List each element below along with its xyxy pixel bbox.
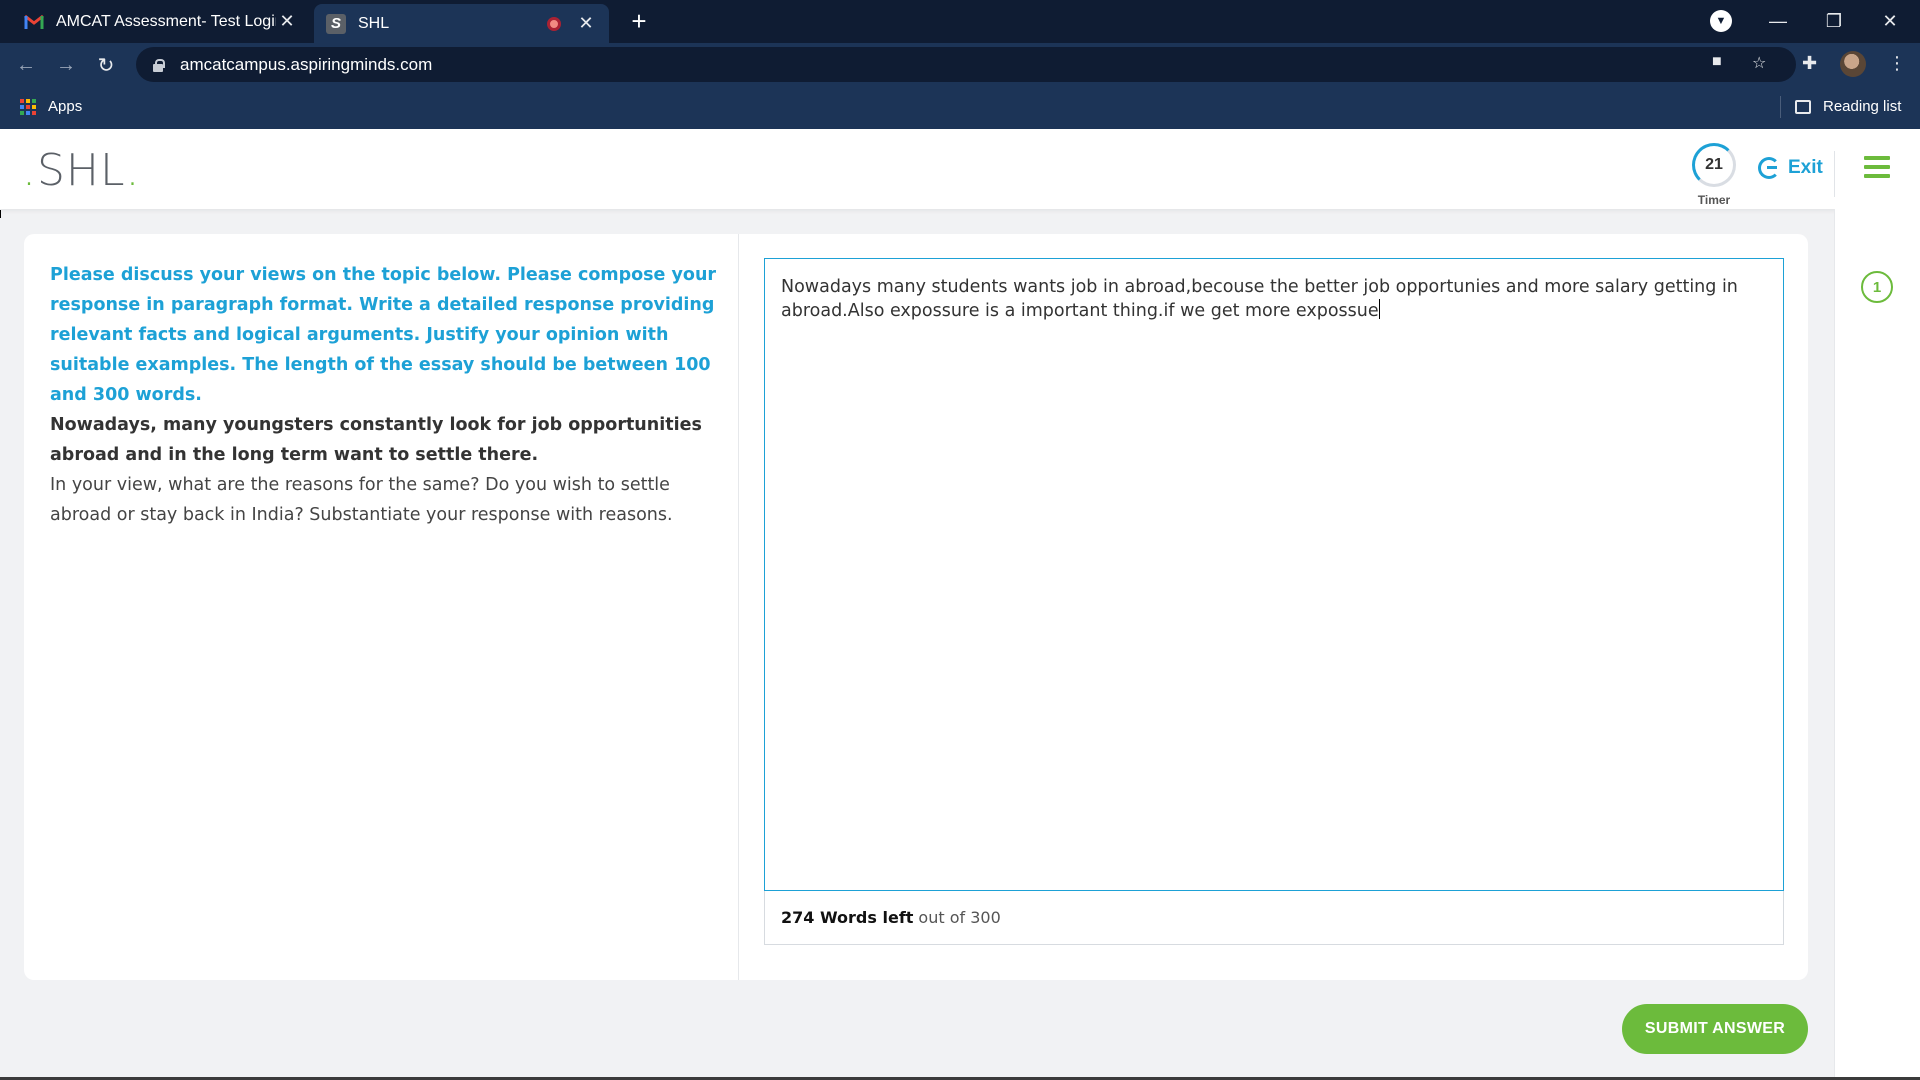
minimize-icon[interactable]: — <box>1750 0 1806 43</box>
word-counter: 274 Words left out of 300 <box>764 891 1784 945</box>
tab-title: SHL <box>358 14 390 32</box>
question-navigator: 1 <box>1834 209 1920 1080</box>
new-tab-icon[interactable]: + <box>624 6 654 37</box>
tab-search-icon[interactable]: ▼ <box>1710 10 1732 32</box>
exit-button[interactable]: Exit <box>1758 157 1823 179</box>
shl-icon: S <box>326 13 346 34</box>
bookmarks-divider <box>1780 96 1781 118</box>
timer: 21 Timer <box>1690 143 1738 207</box>
close-icon[interactable]: ✕ <box>575 13 597 34</box>
gmail-icon <box>24 12 44 32</box>
shl-logo: .SHL. <box>22 145 141 196</box>
text-caret <box>1378 299 1380 319</box>
profile-avatar[interactable] <box>1840 51 1866 77</box>
tab-amcat[interactable]: AMCAT Assessment- Test Login I ✕ <box>12 0 310 43</box>
forward-icon[interactable]: → <box>50 49 82 81</box>
essay-text: Nowadays many students wants job in abro… <box>781 277 1738 321</box>
apps-shortcut[interactable]: Apps <box>20 98 82 115</box>
back-icon[interactable]: ← <box>10 49 42 81</box>
question-topic: Nowadays, many youngsters constantly loo… <box>50 415 702 465</box>
question-number-button[interactable]: 1 <box>1861 271 1893 303</box>
apps-grid-icon <box>20 98 36 115</box>
tab-title: AMCAT Assessment- Test Login I <box>56 12 276 30</box>
url-text: amcatcampus.aspiringminds.com <box>180 54 433 74</box>
question-card: Please discuss your views on the topic b… <box>24 234 1808 980</box>
close-icon[interactable]: ✕ <box>276 11 298 32</box>
reading-list-icon <box>1795 99 1811 114</box>
essay-textarea[interactable]: Nowadays many students wants job in abro… <box>764 258 1784 891</box>
window-close-icon[interactable]: ✕ <box>1862 0 1918 43</box>
timer-label: Timer <box>1697 193 1731 207</box>
hamburger-menu-icon[interactable] <box>1864 156 1890 183</box>
more-menu-icon[interactable]: ⋮ <box>1888 53 1906 74</box>
timer-value: 21 <box>1692 143 1736 187</box>
address-bar[interactable]: amcatcampus.aspiringminds.com <box>136 47 1796 82</box>
submit-answer-button[interactable]: SUBMIT ANSWER <box>1622 1004 1808 1054</box>
star-icon[interactable]: ☆ <box>1752 53 1766 73</box>
restore-icon[interactable]: ❐ <box>1806 0 1862 43</box>
camera-icon[interactable]: ■ <box>1712 53 1722 71</box>
question-instructions: Please discuss your views on the topic b… <box>50 265 717 405</box>
app-header: .SHL. 21 Timer Exit <box>0 129 1920 209</box>
header-divider <box>1834 151 1835 197</box>
text-cursor <box>0 210 1 218</box>
question-panel: Please discuss your views on the topic b… <box>50 260 718 530</box>
exit-icon <box>1758 157 1780 179</box>
words-left: 274 Words left <box>781 908 914 927</box>
lock-icon <box>152 58 165 72</box>
reading-list-label: Reading list <box>1823 98 1902 115</box>
words-out-of: out of 300 <box>918 908 1001 927</box>
exit-label: Exit <box>1788 157 1823 178</box>
apps-label: Apps <box>48 98 83 115</box>
recording-icon <box>547 16 561 31</box>
reading-list-button[interactable]: Reading list <box>1795 98 1901 115</box>
browser-toolbar: ← → ↻ amcatcampus.aspiringminds.com ■ ☆ … <box>0 43 1920 86</box>
question-prompt: In your view, what are the reasons for t… <box>50 475 673 525</box>
browser-tab-strip: AMCAT Assessment- Test Login I ✕ S SHL ✕… <box>0 0 1920 43</box>
extensions-icon[interactable]: ✚ <box>1802 53 1817 74</box>
panel-divider <box>738 234 739 980</box>
reload-icon[interactable]: ↻ <box>90 49 122 81</box>
tab-shl[interactable]: S SHL ✕ <box>314 4 609 43</box>
bookmarks-bar: Apps Reading list <box>0 86 1920 129</box>
